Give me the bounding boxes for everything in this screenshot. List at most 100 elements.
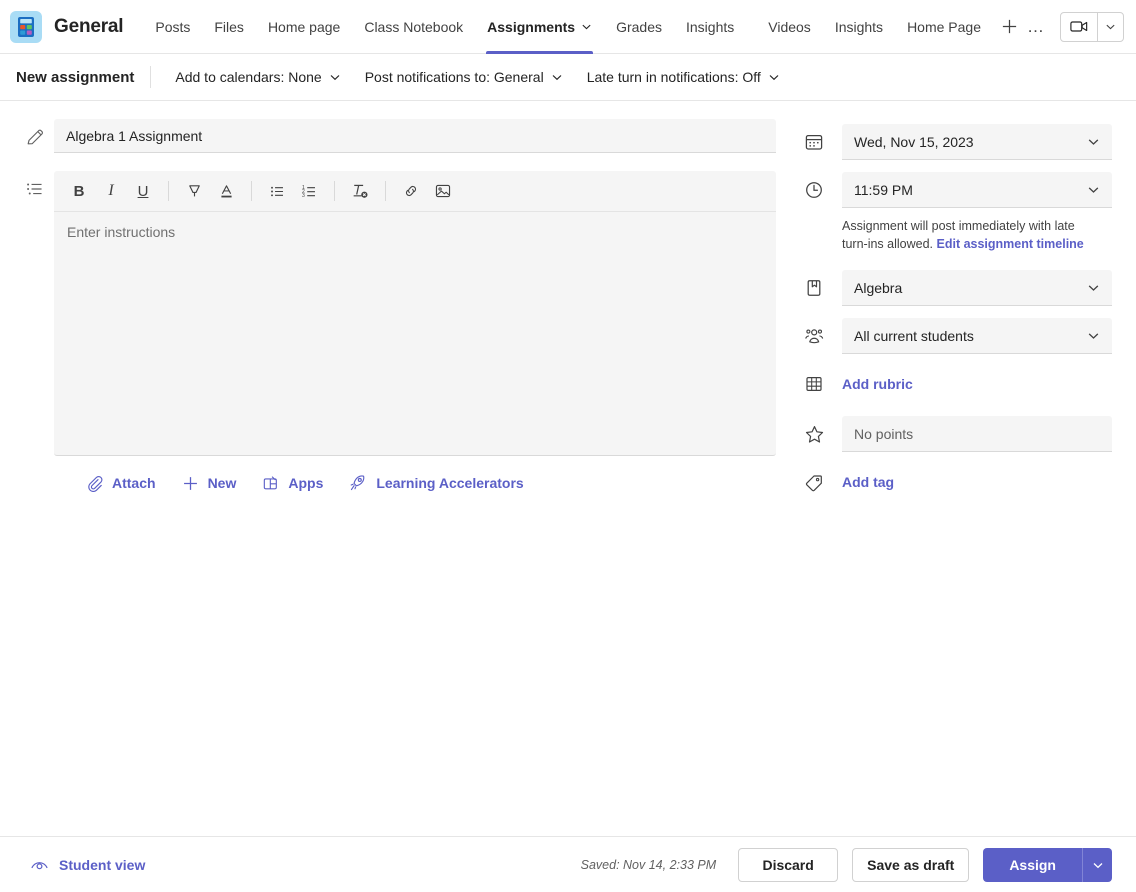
points-row: No points — [796, 415, 1112, 453]
paperclip-icon — [86, 475, 103, 492]
apps-label: Apps — [288, 475, 323, 491]
toolbar-divider — [334, 181, 335, 201]
bulleted-list-icon — [16, 171, 54, 199]
due-time-row: 11:59 PM — [796, 171, 1112, 209]
clear-formatting-button[interactable] — [345, 177, 375, 205]
chevron-down-icon — [1092, 859, 1104, 871]
tab-label: Insights — [835, 19, 883, 35]
new-label: New — [208, 475, 237, 491]
due-time-select[interactable]: 11:59 PM — [842, 172, 1112, 208]
attach-button[interactable]: Attach — [86, 475, 156, 492]
category-value: Algebra — [854, 280, 1087, 296]
title-field-row — [16, 119, 776, 153]
insert-link-button[interactable] — [396, 177, 426, 205]
toolbar-divider — [385, 181, 386, 201]
tab-label: Grades — [616, 19, 662, 35]
tab-files[interactable]: Files — [202, 0, 256, 54]
add-rubric-row: Add rubric — [796, 365, 1112, 403]
toolbar-divider — [150, 66, 151, 88]
footer-actions: Saved: Nov 14, 2:33 PM Discard Save as d… — [581, 848, 1112, 882]
tab-label: Home Page — [907, 19, 981, 35]
underline-button[interactable]: U — [128, 177, 158, 205]
add-rubric-button[interactable]: Add rubric — [842, 376, 1112, 392]
apps-button[interactable]: Apps — [262, 475, 323, 492]
post-notifications-label: Post notifications to: General — [365, 69, 544, 85]
assign-dropdown-button[interactable] — [1082, 848, 1112, 882]
instructions-editor: B I U — [54, 171, 776, 456]
tab-class-notebook[interactable]: Class Notebook — [352, 0, 475, 54]
tab-grades[interactable]: Grades — [604, 0, 674, 54]
points-input[interactable]: No points — [842, 416, 1112, 452]
new-button[interactable]: New — [182, 475, 237, 492]
calendar-icon — [796, 132, 842, 152]
bulleted-list-button[interactable] — [262, 177, 292, 205]
assign-to-value: All current students — [854, 328, 1087, 344]
insert-image-button[interactable] — [428, 177, 458, 205]
image-icon — [434, 182, 452, 200]
due-time-value: 11:59 PM — [854, 182, 1087, 198]
italic-button[interactable]: I — [96, 177, 126, 205]
pencil-icon — [16, 119, 54, 147]
save-as-draft-button[interactable]: Save as draft — [852, 848, 969, 882]
due-date-row: Wed, Nov 15, 2023 — [796, 123, 1112, 161]
chevron-down-icon — [768, 71, 780, 83]
instructions-placeholder[interactable]: Enter instructions — [54, 212, 776, 455]
formatting-toolbar: B I U — [54, 171, 776, 212]
font-color-button[interactable] — [211, 177, 241, 205]
tab-home-page-2[interactable]: Home Page — [895, 0, 993, 54]
student-view-button[interactable]: Student view — [16, 857, 145, 873]
chevron-down-icon — [1087, 135, 1100, 148]
tab-label: Videos — [768, 19, 811, 35]
add-tab-button[interactable] — [997, 11, 1022, 43]
plus-icon — [182, 475, 199, 492]
edit-assignment-timeline-link[interactable]: Edit assignment timeline — [937, 237, 1084, 251]
bulleted-list-icon — [269, 183, 286, 200]
tab-posts[interactable]: Posts — [143, 0, 202, 54]
tab-assignments[interactable]: Assignments — [475, 0, 604, 54]
chevron-down-icon — [1087, 183, 1100, 196]
tab-videos[interactable]: Videos — [756, 0, 823, 54]
tab-insights-2[interactable]: Insights — [823, 0, 895, 54]
add-to-calendars-dropdown[interactable]: Add to calendars: None — [167, 64, 348, 90]
header-actions: … — [1022, 12, 1124, 42]
more-options-button[interactable]: … — [1022, 13, 1050, 41]
page-title: New assignment — [16, 69, 150, 86]
discard-button[interactable]: Discard — [738, 848, 838, 882]
calculator-icon — [10, 11, 42, 43]
tab-label: Posts — [155, 19, 190, 35]
meet-dropdown-button[interactable] — [1097, 13, 1123, 41]
learning-accelerators-button[interactable]: Learning Accelerators — [349, 474, 523, 492]
tab-home-page[interactable]: Home page — [256, 0, 352, 54]
assignment-form: B I U — [0, 101, 1136, 511]
bold-button[interactable]: B — [64, 177, 94, 205]
assignment-footer: Student view Saved: Nov 14, 2:33 PM Disc… — [0, 836, 1136, 892]
category-row: Algebra — [796, 269, 1112, 307]
points-value: No points — [854, 426, 1100, 442]
numbered-list-button[interactable]: 1 2 3 — [294, 177, 324, 205]
assign-to-select[interactable]: All current students — [842, 318, 1112, 354]
assign-to-row: All current students — [796, 317, 1112, 355]
post-notifications-dropdown[interactable]: Post notifications to: General — [357, 64, 571, 90]
add-tag-row: Add tag — [796, 463, 1112, 501]
late-turnin-notifications-dropdown[interactable]: Late turn in notifications: Off — [579, 64, 788, 90]
clock-icon — [796, 180, 842, 200]
star-icon — [796, 424, 842, 445]
people-icon — [796, 326, 842, 347]
assignment-title-input[interactable] — [54, 119, 776, 153]
due-date-select[interactable]: Wed, Nov 15, 2023 — [842, 124, 1112, 160]
rocket-icon — [349, 474, 367, 492]
font-color-icon — [218, 183, 235, 200]
video-camera-icon[interactable] — [1061, 13, 1097, 41]
add-tag-button[interactable]: Add tag — [842, 474, 1112, 490]
tab-insights[interactable]: Insights — [674, 0, 746, 54]
highlight-button[interactable] — [179, 177, 209, 205]
assign-button[interactable]: Assign — [983, 848, 1082, 882]
attach-label: Attach — [112, 475, 156, 491]
bookmark-icon — [796, 278, 842, 298]
tab-spacer — [746, 0, 756, 54]
highlighter-icon — [186, 183, 203, 200]
meet-now-group — [1060, 12, 1124, 42]
category-select[interactable]: Algebra — [842, 270, 1112, 306]
channel-title: General — [54, 16, 123, 38]
channel-tabs: Posts Files Home page Class Notebook Ass… — [143, 0, 993, 54]
